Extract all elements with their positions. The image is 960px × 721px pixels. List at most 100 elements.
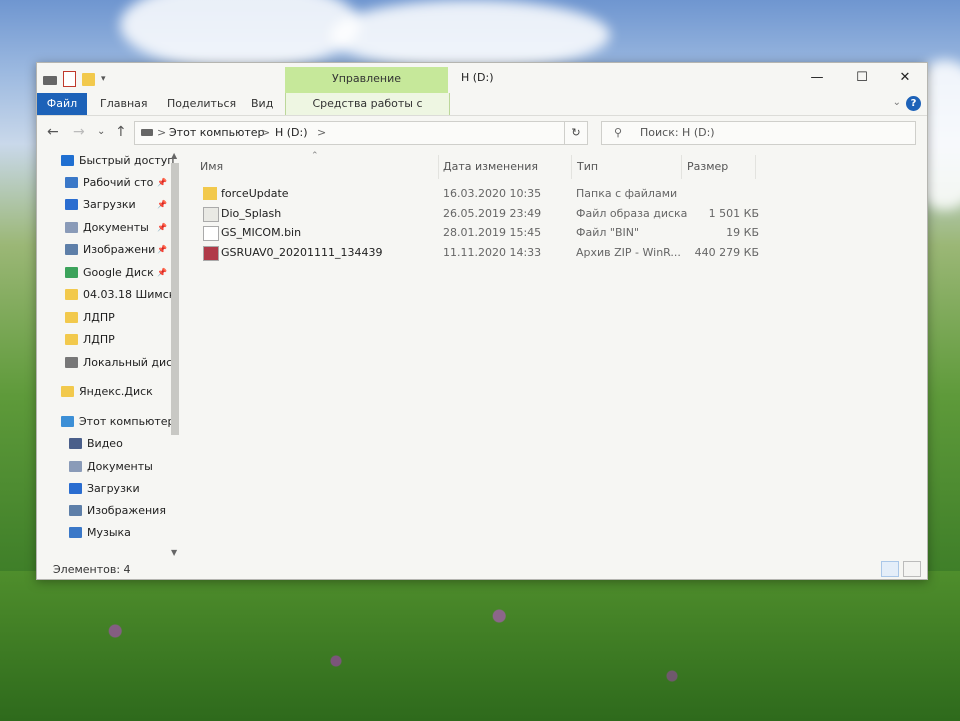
pin-icon: 📌 bbox=[157, 245, 167, 254]
properties-icon[interactable] bbox=[63, 71, 76, 87]
sidebar-item-label: Загрузки bbox=[83, 198, 136, 211]
sidebar-item-label: Яндекс.Диск bbox=[79, 385, 153, 398]
status-bar: Элементов: 4 bbox=[37, 561, 927, 579]
pin-icon: 📌 bbox=[157, 268, 167, 277]
file-row[interactable]: GSRUAV0_20201111_134439 11.11.2020 14:33 А… bbox=[199, 243, 759, 262]
help-icon[interactable]: ? bbox=[906, 96, 921, 111]
file-date: 28.01.2019 15:45 bbox=[443, 226, 542, 239]
file-size: 1 501 КБ bbox=[708, 206, 759, 220]
documents-icon bbox=[65, 222, 78, 233]
refresh-button[interactable]: ↻ bbox=[564, 121, 588, 145]
sidebar-item[interactable]: Рабочий сто 📌 bbox=[37, 173, 183, 193]
sidebar-item[interactable]: Изображени 📌 bbox=[37, 240, 183, 260]
breadcrumb-separator: > bbox=[157, 126, 167, 139]
drive-icon[interactable] bbox=[43, 75, 57, 85]
maximize-button[interactable]: ☐ bbox=[840, 65, 884, 91]
column-divider[interactable] bbox=[681, 155, 682, 179]
nav-scrollbar[interactable]: ▲ ▼ bbox=[168, 151, 182, 561]
close-button[interactable]: ✕ bbox=[883, 65, 927, 91]
download-icon bbox=[65, 199, 78, 210]
sidebar-item-label: Локальный дис bbox=[83, 356, 173, 369]
details-view-icon[interactable] bbox=[881, 561, 899, 577]
customize-toolbar-icon[interactable]: ▾ bbox=[101, 74, 106, 84]
sidebar-item[interactable]: Локальный дис bbox=[37, 353, 183, 373]
sidebar-item-label: Загрузки bbox=[87, 482, 140, 495]
scroll-down-icon[interactable]: ▼ bbox=[171, 548, 177, 557]
address-bar[interactable]: > Этот компьютер > H (D:) > ⌄ bbox=[134, 121, 586, 145]
ribbon-expand-icon[interactable]: ⌄ bbox=[893, 97, 901, 108]
sidebar-item[interactable]: Загрузки 📌 bbox=[37, 195, 183, 215]
sidebar-item-label: Изображения bbox=[87, 504, 166, 517]
sidebar-item-label: Быстрый доступ bbox=[79, 154, 175, 167]
download-icon bbox=[69, 483, 82, 494]
music-icon bbox=[69, 527, 82, 538]
file-name: GSRUAV0_20201111_134439 bbox=[221, 245, 383, 259]
sidebar-item-label: Этот компьютер bbox=[79, 415, 175, 428]
file-size: 440 279 КБ bbox=[694, 245, 759, 259]
sidebar-item[interactable]: Документы bbox=[37, 457, 183, 477]
sidebar-item-label: Изображени bbox=[83, 243, 156, 256]
column-name[interactable]: Имя bbox=[200, 160, 223, 173]
title-bar[interactable]: ▾ Управление H (D:) — ☐ ✕ bbox=[37, 63, 927, 93]
column-date-modified[interactable]: Дата изменения bbox=[443, 160, 538, 173]
desktop-meadow bbox=[0, 571, 960, 721]
tab-home[interactable]: Главная bbox=[100, 93, 148, 115]
sidebar-item-label: Документы bbox=[87, 460, 153, 473]
window-title: H (D:) bbox=[461, 71, 494, 84]
breadcrumb-drive[interactable]: H (D:) bbox=[275, 126, 308, 139]
file-row[interactable]: GS_MICOM.bin 28.01.2019 15:45 Файл "BIN" 19… bbox=[199, 223, 759, 242]
column-size[interactable]: Размер bbox=[687, 160, 728, 173]
sidebar-item[interactable]: Яндекс.Диск bbox=[37, 382, 183, 402]
sidebar-item[interactable]: 04.03.18 Шимск bbox=[37, 285, 183, 305]
column-divider[interactable] bbox=[755, 155, 756, 179]
column-divider[interactable] bbox=[438, 155, 439, 179]
folder-icon bbox=[65, 289, 78, 300]
large-icons-view-icon[interactable] bbox=[903, 561, 921, 577]
column-type[interactable]: Тип bbox=[577, 160, 598, 173]
new-folder-icon[interactable] bbox=[82, 72, 95, 86]
search-input[interactable]: ⚲ Поиск: H (D:) bbox=[601, 121, 916, 145]
scrollbar-thumb[interactable] bbox=[171, 163, 179, 435]
folder-icon bbox=[65, 334, 78, 345]
up-button[interactable]: ↑ bbox=[115, 124, 127, 140]
quick-access-toolbar: ▾ bbox=[43, 71, 106, 87]
tab-file[interactable]: Файл bbox=[37, 93, 87, 115]
sidebar-item[interactable]: Google Диск 📌 bbox=[37, 263, 183, 283]
sidebar-item[interactable]: Документы 📌 bbox=[37, 218, 183, 238]
sidebar-item[interactable]: Быстрый доступ bbox=[37, 151, 183, 171]
context-tab-header: Управление bbox=[285, 67, 448, 93]
sort-ascending-icon: ⌃ bbox=[311, 151, 319, 161]
sidebar-item[interactable]: Загрузки bbox=[37, 479, 183, 499]
folder-icon bbox=[203, 187, 217, 200]
folder-icon bbox=[65, 312, 78, 323]
sidebar-item[interactable]: ЛДПР bbox=[37, 330, 183, 350]
column-divider[interactable] bbox=[571, 155, 572, 179]
sidebar-item[interactable]: Изображения bbox=[37, 501, 183, 521]
file-row[interactable]: forceUpdate 16.03.2020 10:35 Папка с файла… bbox=[199, 184, 759, 203]
view-switcher bbox=[881, 561, 921, 577]
minimize-button[interactable]: — bbox=[795, 65, 839, 91]
sidebar-item[interactable]: Музыка bbox=[37, 523, 183, 543]
back-button[interactable]: ← bbox=[47, 124, 59, 140]
video-icon bbox=[69, 438, 82, 449]
file-name: GS_MICOM.bin bbox=[221, 226, 302, 239]
sidebar-item[interactable]: ЛДПР bbox=[37, 308, 183, 328]
file-row[interactable]: Dio_Splash 26.05.2019 23:49 Файл образа ди… bbox=[199, 204, 759, 223]
cloud bbox=[120, 0, 360, 70]
file-name: forceUpdate bbox=[221, 187, 289, 200]
file-date: 11.11.2020 14:33 bbox=[443, 245, 542, 259]
tab-share[interactable]: Поделиться bbox=[167, 93, 236, 115]
forward-button[interactable]: → bbox=[73, 124, 85, 140]
tab-disk-tools[interactable]: Средства работы с дисками bbox=[285, 93, 450, 132]
tab-view[interactable]: Вид bbox=[251, 93, 273, 115]
winrar-archive-icon bbox=[203, 245, 219, 261]
pictures-icon bbox=[69, 505, 82, 516]
recent-locations-button[interactable]: ⌄ bbox=[97, 126, 105, 137]
sidebar-item[interactable]: Этот компьютер bbox=[37, 412, 183, 432]
disk-image-icon bbox=[203, 206, 219, 222]
breadcrumb-this-pc[interactable]: Этот компьютер bbox=[169, 126, 265, 139]
sidebar-item[interactable]: Видео bbox=[37, 434, 183, 454]
file-icon bbox=[203, 226, 219, 241]
drive-icon bbox=[141, 129, 153, 136]
scroll-up-icon[interactable]: ▲ bbox=[171, 151, 177, 160]
